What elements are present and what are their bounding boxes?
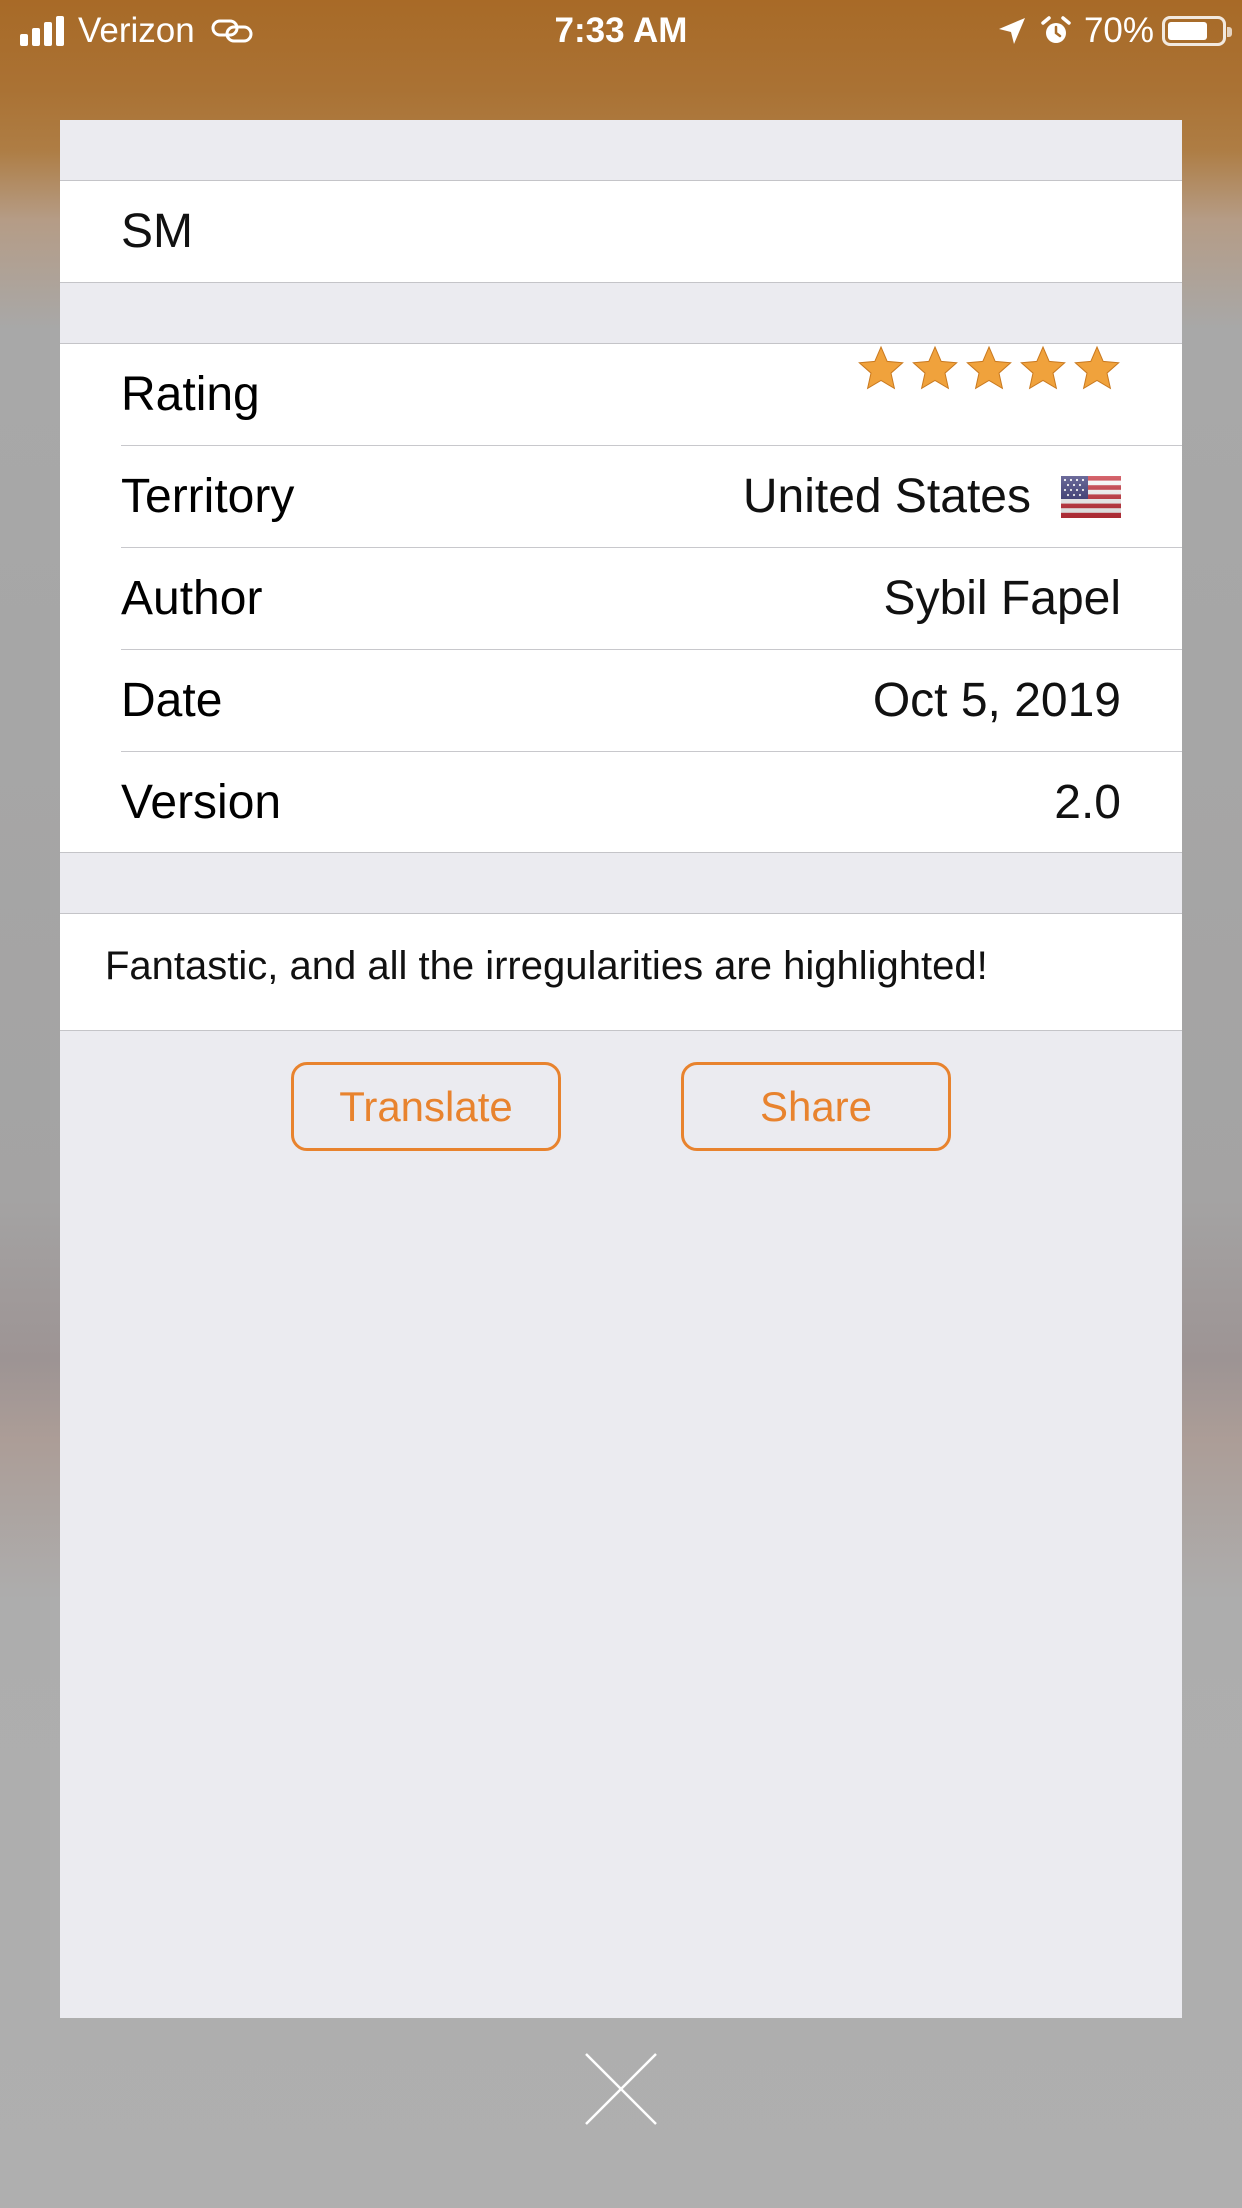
status-bar-right: 70% [996,10,1232,52]
territory-row: Territory United States [121,446,1182,548]
date-label: Date [121,674,223,727]
review-body-text: Fantastic, and all the irregularities ar… [105,944,988,988]
star-icon [912,345,958,390]
review-body-section: Fantastic, and all the irregularities ar… [60,913,1182,1031]
translate-button[interactable]: Translate [291,1062,561,1151]
rating-stars [857,344,1121,392]
date-row: Date Oct 5, 2019 [121,650,1182,752]
alarm-clock-icon [1041,16,1071,43]
territory-value: United States [743,446,1121,547]
author-name: Sybil Fapel [883,572,1121,625]
status-bar: Verizon 7:33 AM 70% [0,0,1242,62]
review-title-section: SM [60,180,1182,283]
date-value: Oct 5, 2019 [872,674,1121,727]
us-flag-icon [1061,475,1121,518]
author-label: Author [121,572,263,625]
version-value: 2.0 [1054,776,1121,829]
star-icon [1074,345,1120,390]
rating-value [857,344,1121,392]
share-button[interactable]: Share [681,1062,951,1151]
star-icon [966,345,1012,390]
rating-label: Rating [121,368,260,421]
review-detail-card: SM Rating Territory United States Author… [60,120,1182,2018]
version-row: Version 2.0 [121,752,1182,854]
battery-percent: 70% [1083,11,1154,50]
version-label: Version [121,776,282,829]
territory-label: Territory [121,470,295,523]
rating-row: Rating [121,344,1182,446]
star-icon [1020,345,1066,390]
battery-icon [1162,16,1232,46]
territory-name: United States [742,470,1031,523]
author-row: Author Sybil Fapel [121,548,1182,650]
star-icon [858,345,904,390]
close-icon[interactable] [582,2050,660,2128]
location-arrow-icon [998,18,1025,44]
review-details-section: Rating Territory United States Author Sy… [60,343,1182,853]
review-title: SM [121,205,193,258]
